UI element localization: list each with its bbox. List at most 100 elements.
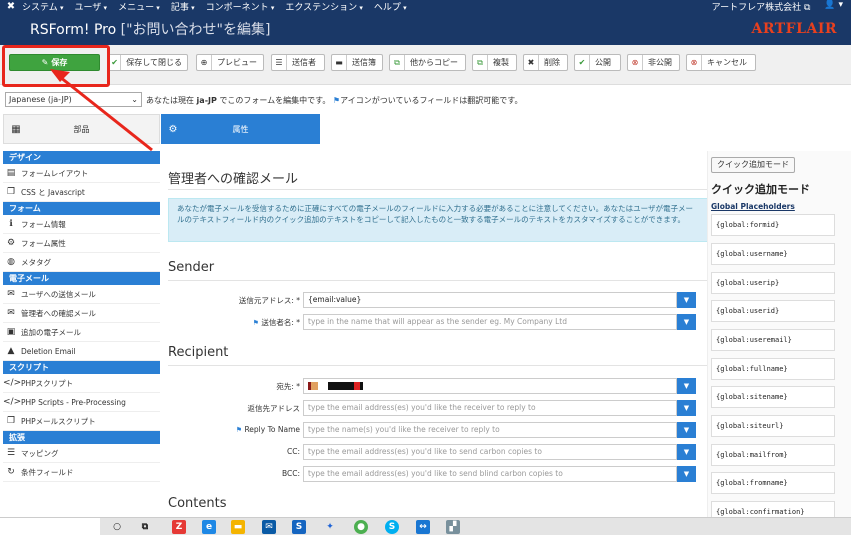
from-name-input[interactable]: type in the name that will appear as the… — [303, 314, 677, 330]
file-code-icon: ❐ — [6, 416, 16, 426]
quick-add-title: クイック追加モード — [711, 183, 810, 196]
placeholder-field[interactable]: {global:useremail} — [711, 329, 835, 351]
envelope-filled-icon: ✉ — [7, 308, 15, 318]
sidebar-item-css-js[interactable]: ❐ CSS と Javascript — [3, 183, 160, 202]
to-input[interactable] — [303, 378, 677, 394]
sidebar-item-conditional-fields[interactable]: ↻ 条件フィールド — [3, 463, 160, 482]
submitters-button[interactable]: ☰ 送信者 — [271, 54, 325, 71]
delete-button[interactable]: ✖ 削除 — [523, 54, 568, 71]
user-menu[interactable]: 👤 ▾ — [824, 0, 843, 13]
taskbar-search-box[interactable] — [0, 518, 100, 535]
menu-content[interactable]: 記事 — [171, 0, 195, 13]
placeholder-field[interactable]: {global:sitename} — [711, 386, 835, 408]
sidebar-item-admin-email[interactable]: ✉ 管理者への確認メール — [3, 304, 160, 323]
sidebar-item-meta-tags[interactable]: ◍ メタタグ — [3, 253, 160, 272]
filezilla-icon[interactable]: Z — [172, 520, 186, 534]
dropbox-icon[interactable]: ✦ — [323, 520, 337, 534]
cancel-button[interactable]: ⊗ キャンセル — [686, 54, 756, 71]
app-s-icon[interactable]: S — [292, 520, 306, 534]
sidebar-item-user-email[interactable]: ✉ ユーザへの送信メール — [3, 285, 160, 304]
menu-components[interactable]: コンポーネント — [206, 0, 275, 13]
toolbar: ✎ 保存 ✔ 保存して閉じる ⊕ プレビュー ☰ 送信者 ▬ 送信簿 ⧉ 他から… — [0, 45, 851, 85]
placeholder-field[interactable]: {global:mailfrom} — [711, 444, 835, 466]
code-icon: ❐ — [6, 187, 16, 197]
placeholder-field[interactable]: {global:formid} — [711, 214, 835, 236]
placeholder-field[interactable]: {global:fromname} — [711, 472, 835, 494]
menu-menus[interactable]: メニュー — [118, 0, 160, 13]
reply-to-input[interactable]: type the email address(es) you'd like th… — [303, 400, 677, 416]
sidebar-item-form-info[interactable]: ℹ フォーム情報 — [3, 215, 160, 234]
plus-circle-icon: ⊕ — [197, 55, 212, 70]
from-input[interactable]: {email:value} — [303, 292, 677, 308]
from-label: 送信元アドレス: * — [238, 296, 300, 305]
menu-system[interactable]: システム — [22, 0, 63, 13]
cortana-icon[interactable]: ○ — [110, 520, 124, 534]
chevron-down-icon[interactable]: ▼ — [677, 444, 696, 460]
globe-icon: ◍ — [7, 257, 15, 267]
duplicate-button[interactable]: ⧉ 複製 — [472, 54, 517, 71]
sidebar-section-scripts: スクリプト — [3, 361, 160, 374]
language-select[interactable]: Japanese (ja-JP) ⌄ — [5, 92, 142, 107]
menu-users[interactable]: ユーザ — [74, 0, 107, 13]
placeholder-field[interactable]: {global:siteurl} — [711, 415, 835, 437]
placeholder-field[interactable]: {global:userid} — [711, 300, 835, 322]
page-header: RSForm! Pro ["お問い合わせ"を編集] ARTFLAIR — [0, 12, 851, 45]
sidebar-item-mapping[interactable]: ☰ マッピング — [3, 444, 160, 463]
joomla-icon[interactable]: ✖ — [0, 1, 22, 12]
menu-help[interactable]: ヘルプ — [374, 0, 407, 13]
chevron-down-icon[interactable]: ▼ — [677, 378, 696, 394]
sidebar-item-form-layout[interactable]: ▤ フォームレイアウト — [3, 164, 160, 183]
copy-from-button[interactable]: ⧉ 他からコピー — [389, 54, 466, 71]
task-view-icon[interactable]: ⧉ — [138, 520, 152, 534]
sidebar-item-form-attributes[interactable]: ⚙ フォーム属性 — [3, 234, 160, 253]
preview-button[interactable]: ⊕ プレビュー — [196, 54, 264, 71]
reply-to-name-input[interactable]: type the name(s) you'd like the receiver… — [303, 422, 677, 438]
duplicate-icon: ⧉ — [473, 55, 488, 70]
flag-icon: ⚑ — [235, 426, 243, 434]
submissions-button[interactable]: ▬ 送信簿 — [331, 54, 383, 71]
chrome-icon[interactable]: ● — [354, 520, 368, 534]
envelope-icon: ✉ — [7, 289, 15, 299]
mail-icon[interactable]: ✉ — [262, 520, 276, 534]
chevron-down-icon[interactable]: ▼ — [677, 400, 696, 416]
contents-heading: Contents — [168, 496, 227, 511]
tab-components[interactable]: ▦ 部品 — [3, 114, 160, 144]
menu-extensions[interactable]: エクステンション — [285, 0, 362, 13]
mail-plus-icon: ▣ — [6, 327, 16, 337]
skype-icon[interactable]: S — [385, 520, 399, 534]
chevron-down-icon[interactable]: ▼ — [677, 314, 696, 330]
sidebar-item-deletion-email[interactable]: ▲ Deletion Email — [3, 342, 160, 361]
chevron-down-icon[interactable]: ▼ — [677, 466, 696, 482]
layout-icon: ▤ — [6, 168, 16, 178]
sidebar-item-php-scripts[interactable]: </> PHPスクリプト — [3, 374, 160, 393]
file-explorer-icon[interactable]: ▬ — [231, 520, 245, 534]
sidebar-item-php-preprocessing[interactable]: </> PHP Scripts - Pre-Processing — [3, 393, 160, 412]
user-icon: ▲ — [7, 346, 15, 356]
cc-input[interactable]: type the email address(es) you'd like to… — [303, 444, 677, 460]
unpublish-button[interactable]: ⊗ 非公開 — [627, 54, 680, 71]
recipient-heading: Recipient — [168, 345, 229, 360]
bcc-input[interactable]: type the email address(es) you'd like to… — [303, 466, 677, 482]
cc-label: CC: — [286, 447, 300, 456]
publish-button[interactable]: ✔ 公開 — [574, 54, 621, 71]
save-close-button[interactable]: ✔ 保存して閉じる — [108, 54, 188, 71]
from-row: 送信元アドレス: * {email:value} ▼ — [161, 292, 707, 308]
to-label: 宛先: * — [276, 382, 300, 391]
placeholder-field[interactable]: {global:username} — [711, 243, 835, 265]
sidebar-item-php-email-scripts[interactable]: ❐ PHPメールスクリプト — [3, 412, 160, 431]
global-placeholders-link[interactable]: Global Placeholders — [711, 202, 795, 211]
code-icon: </> — [3, 397, 22, 407]
chevron-down-icon[interactable]: ▼ — [677, 422, 696, 438]
tab-properties[interactable]: ⚙ 属性 — [161, 114, 320, 144]
placeholder-field[interactable]: {global:fullname} — [711, 358, 835, 380]
chevron-down-icon[interactable]: ▼ — [677, 292, 696, 308]
sidebar-section-form: フォーム — [3, 202, 160, 215]
edge-icon[interactable]: e — [202, 520, 216, 534]
placeholder-field[interactable]: {global:userip} — [711, 272, 835, 294]
to-row: 宛先: * ▼ — [161, 378, 707, 394]
sidebar-item-additional-email[interactable]: ▣ 追加の電子メール — [3, 323, 160, 342]
site-link[interactable]: アートフレア株式会社 ⧉ — [712, 0, 811, 13]
teamviewer-icon[interactable]: ↔ — [416, 520, 430, 534]
quick-add-toggle-button[interactable]: クイック追加モード — [711, 157, 795, 173]
app-icon[interactable]: ▞ — [446, 520, 460, 534]
